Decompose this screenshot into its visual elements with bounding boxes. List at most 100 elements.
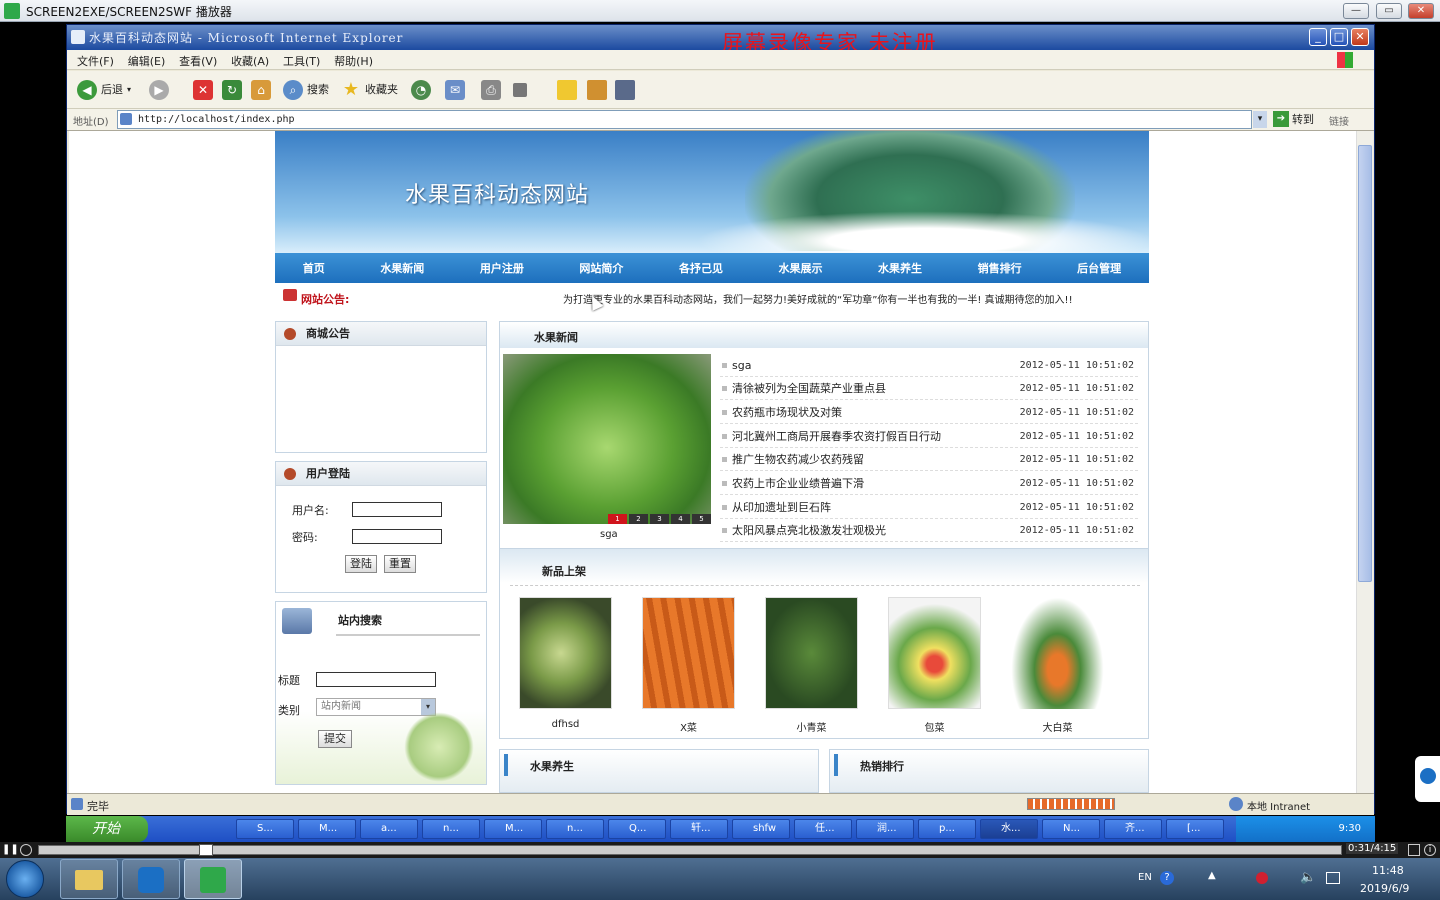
news-item[interactable]: 从印加遗址到巨石阵 2012-05-11 10:51:02 xyxy=(720,496,1138,519)
nav-about[interactable]: 网站简介 xyxy=(579,260,623,276)
menu-edit[interactable]: 编辑(E) xyxy=(128,53,166,69)
news-item[interactable]: 农药瓶市场现状及对策 2012-05-11 10:51:02 xyxy=(720,401,1138,424)
system-time[interactable]: 11:48 xyxy=(1372,864,1404,877)
nav-fruit-health[interactable]: 水果养生 xyxy=(878,260,922,276)
nav-fruit-show[interactable]: 水果展示 xyxy=(779,260,823,276)
xp-task[interactable]: a... xyxy=(360,819,418,839)
vertical-scrollbar[interactable] xyxy=(1356,131,1373,793)
ie-close-button[interactable]: ✕ xyxy=(1351,28,1369,46)
player-taskbar-icon[interactable] xyxy=(184,859,242,899)
menu-tools[interactable]: 工具(T) xyxy=(283,53,320,69)
info-icon[interactable]: i xyxy=(1424,844,1436,856)
player-minimize-button[interactable]: — xyxy=(1343,3,1369,19)
news-item-title[interactable]: 农药瓶市场现状及对策 xyxy=(732,401,842,424)
nav-fruit-news[interactable]: 水果新闻 xyxy=(380,260,424,276)
go-button[interactable]: ➔ 转到 xyxy=(1273,111,1314,127)
messenger-button[interactable] xyxy=(615,79,635,101)
xp-task[interactable]: S... xyxy=(236,819,294,839)
xp-task[interactable]: [... xyxy=(1166,819,1224,839)
news-item-title[interactable]: 太阳风暴点亮北极激发壮观极光 xyxy=(732,519,886,542)
menu-help[interactable]: 帮助(H) xyxy=(334,53,373,69)
search-submit-button[interactable]: 提交 xyxy=(318,730,352,748)
favorites-button[interactable]: ★ 收藏夹 xyxy=(341,79,398,101)
back-button[interactable]: ◀ 后退 ▾ xyxy=(77,79,131,101)
history-button[interactable]: ◔ xyxy=(411,79,431,101)
edit-button[interactable] xyxy=(513,79,527,101)
xp-start-button[interactable]: 开始 xyxy=(66,816,148,842)
slide-page-3[interactable]: 3 xyxy=(650,514,669,524)
explorer-taskbar-icon[interactable] xyxy=(60,859,118,899)
slide-page-5[interactable]: 5 xyxy=(692,514,711,524)
slide-page-2[interactable]: 2 xyxy=(629,514,648,524)
print-button[interactable]: ⎙ xyxy=(481,79,501,101)
news-item[interactable]: 推广生物农药减少农药残留 2012-05-11 10:51:02 xyxy=(720,448,1138,471)
product-image-cabbage[interactable] xyxy=(888,597,981,709)
reset-button[interactable]: 重置 xyxy=(384,555,416,573)
news-item[interactable]: 清徐被列为全国蔬菜产业重点县 2012-05-11 10:51:02 xyxy=(720,377,1138,400)
xp-task[interactable]: 水... xyxy=(980,819,1038,839)
stop-icon[interactable] xyxy=(20,844,32,856)
search-title-input[interactable] xyxy=(316,672,436,687)
news-item-title[interactable]: 清徐被列为全国蔬菜产业重点县 xyxy=(732,377,886,400)
win7-start-button[interactable] xyxy=(6,860,44,898)
menu-view[interactable]: 查看(V) xyxy=(179,53,217,69)
nav-home[interactable]: 首页 xyxy=(303,260,325,276)
mail-button[interactable]: ✉ xyxy=(445,79,465,101)
help-icon[interactable]: ? xyxy=(1160,871,1174,885)
slide-page-1[interactable]: 1 xyxy=(608,514,627,524)
system-date[interactable]: 2019/6/9 xyxy=(1360,882,1409,895)
xp-task[interactable]: 轩... xyxy=(670,819,728,839)
news-item[interactable]: 太阳风暴点亮北极激发壮观极光 2012-05-11 10:51:02 xyxy=(720,519,1138,542)
news-item-title[interactable]: sga xyxy=(732,354,751,377)
fullscreen-icon[interactable] xyxy=(1408,844,1420,856)
xp-task[interactable]: M... xyxy=(484,819,542,839)
product-image-carrot[interactable] xyxy=(642,597,735,709)
scrollbar-thumb[interactable] xyxy=(1358,145,1372,582)
news-item[interactable]: sga 2012-05-11 10:51:02 xyxy=(720,354,1138,377)
product-label[interactable]: dfhsd xyxy=(519,719,612,730)
xp-task[interactable]: 任... xyxy=(794,819,852,839)
product-label[interactable]: 大白菜 xyxy=(1011,719,1104,734)
nav-admin[interactable]: 后台管理 xyxy=(1077,260,1121,276)
tray-app-icon[interactable] xyxy=(1256,872,1268,884)
search-category-select[interactable]: 站内新闻 ▾ xyxy=(316,698,436,716)
xp-task[interactable]: n... xyxy=(422,819,480,839)
slide-page-4[interactable]: 4 xyxy=(671,514,690,524)
forward-button[interactable]: ▶ xyxy=(149,79,169,101)
menu-file[interactable]: 文件(F) xyxy=(77,53,114,69)
news-item-title[interactable]: 推广生物农药减少农药残留 xyxy=(732,448,864,471)
volume-icon[interactable]: 🔈 xyxy=(1300,870,1316,885)
search-button[interactable]: ⌕ 搜索 xyxy=(283,79,329,101)
news-item-title[interactable]: 河北冀州工商局开展春季农资打假百日行动 xyxy=(732,425,941,448)
ie-minimize-button[interactable]: _ xyxy=(1309,28,1327,46)
product-image-pepper[interactable] xyxy=(765,597,858,709)
research-button[interactable] xyxy=(587,79,607,101)
refresh-button[interactable]: ↻ xyxy=(222,79,242,101)
show-hidden-icons[interactable]: ▲ xyxy=(1208,870,1216,881)
login-button[interactable]: 登陆 xyxy=(345,555,377,573)
product-image-chinese-cabbage[interactable] xyxy=(1011,597,1104,709)
pause-icon[interactable]: ❚❚ xyxy=(2,844,19,856)
language-indicator[interactable]: EN xyxy=(1138,872,1152,883)
network-icon[interactable] xyxy=(1326,872,1340,884)
news-item[interactable]: 农药上市企业业绩普遍下滑 2012-05-11 10:51:02 xyxy=(720,472,1138,495)
discuss-button[interactable] xyxy=(557,79,577,101)
product-image-tomato[interactable] xyxy=(519,597,612,709)
seek-track[interactable] xyxy=(38,844,1342,856)
news-item[interactable]: 河北冀州工商局开展春季农资打假百日行动 2012-05-11 10:51:02 xyxy=(720,425,1138,448)
stop-button[interactable]: ✕ xyxy=(193,79,213,101)
menu-favorites[interactable]: 收藏(A) xyxy=(231,53,269,69)
teamviewer-side-tab[interactable] xyxy=(1415,756,1440,802)
nav-sales-rank[interactable]: 销售排行 xyxy=(978,260,1022,276)
xp-task[interactable]: M... xyxy=(298,819,356,839)
xp-task[interactable]: p... xyxy=(918,819,976,839)
xp-task[interactable]: N... xyxy=(1042,819,1100,839)
xp-task[interactable]: 齐... xyxy=(1104,819,1162,839)
news-item-title[interactable]: 从印加遗址到巨石阵 xyxy=(732,496,831,519)
seek-handle[interactable] xyxy=(199,844,213,856)
xp-task[interactable]: 润... xyxy=(856,819,914,839)
player-maximize-button[interactable]: ▭ xyxy=(1376,3,1402,19)
xp-task[interactable]: shfw xyxy=(732,819,790,839)
news-item-title[interactable]: 农药上市企业业绩普遍下滑 xyxy=(732,472,864,495)
product-label[interactable]: X菜 xyxy=(642,719,735,734)
